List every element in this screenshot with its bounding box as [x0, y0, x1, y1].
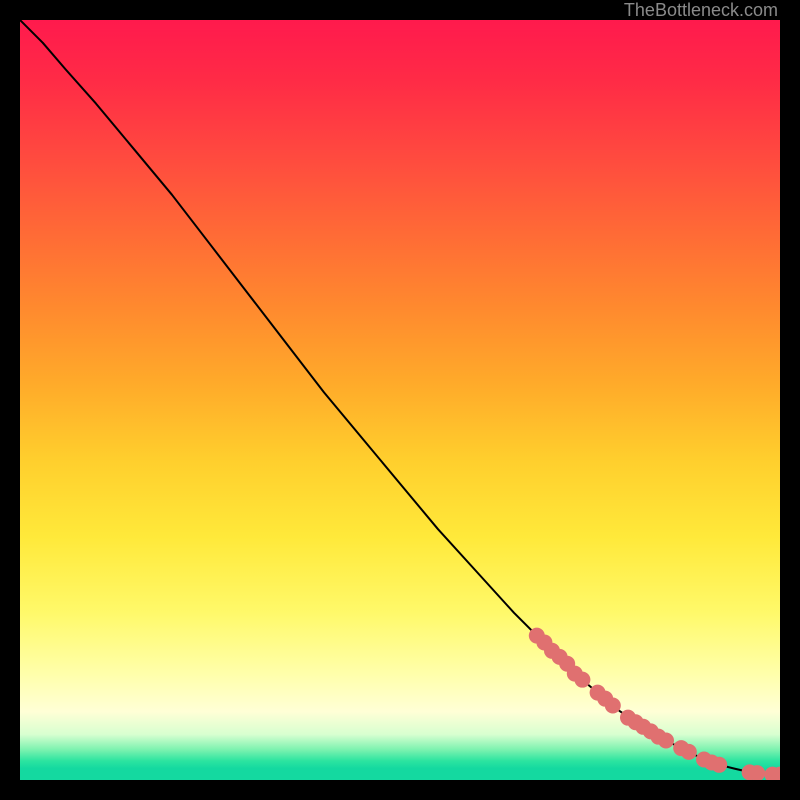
chart-overlay — [20, 20, 780, 780]
curve-line — [20, 20, 780, 775]
chart-frame: TheBottleneck.com — [0, 0, 800, 800]
data-marker — [681, 744, 697, 760]
marker-group — [529, 628, 780, 780]
data-marker — [605, 698, 621, 714]
data-marker — [711, 757, 727, 773]
watermark-text: TheBottleneck.com — [624, 0, 778, 21]
data-marker — [574, 672, 590, 688]
plot-area — [20, 20, 780, 780]
data-marker — [658, 732, 674, 748]
